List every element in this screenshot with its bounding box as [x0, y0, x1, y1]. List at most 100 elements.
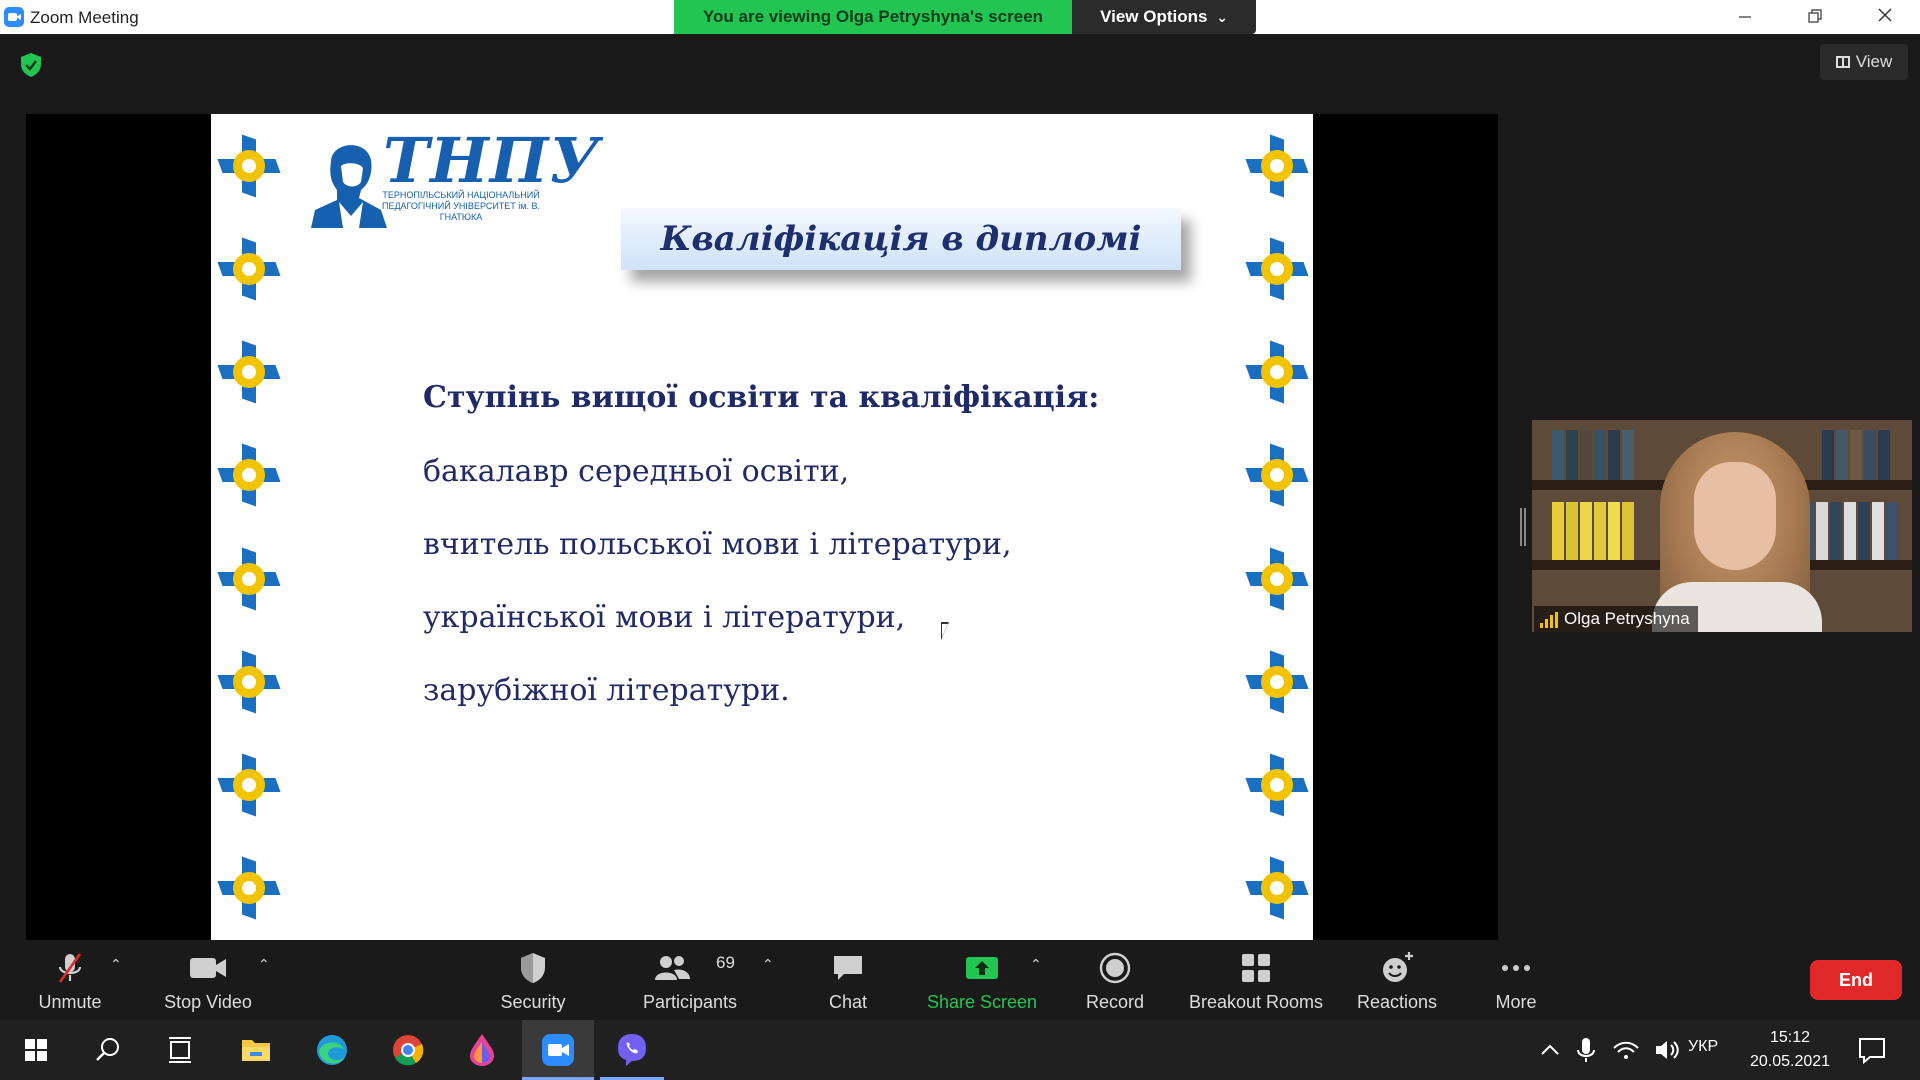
ornament-motif — [1245, 856, 1309, 920]
restore-button[interactable] — [1780, 0, 1850, 34]
slide-line: української мови і літератури, — [423, 600, 906, 635]
chevron-down-icon: ⌄ — [1216, 9, 1228, 25]
record-button[interactable]: Record — [1075, 940, 1155, 1020]
minimize-icon — [1739, 16, 1751, 18]
view-label: View — [1855, 52, 1893, 71]
view-layout-button[interactable]: View — [1820, 44, 1908, 80]
chat-button[interactable]: Chat — [808, 940, 888, 1020]
presentation-slide: ТНПУ ТЕРНОПІЛЬСЬКИЙ НАЦІОНАЛЬНИЙ ПЕДАГОГ… — [211, 114, 1313, 940]
clock-date: 20.05.2021 — [1749, 1053, 1831, 1070]
more-dots-icon — [1502, 965, 1530, 971]
more-label: More — [1495, 992, 1537, 1012]
wifi-icon[interactable] — [1606, 1028, 1646, 1072]
minimize-button[interactable] — [1710, 0, 1780, 34]
window-title: Zoom Meeting — [30, 8, 139, 27]
meeting-area: View ТНПУ ТЕРНОПІЛЬСЬКИЙ НАЦІОНАЛЬНИЙ ПЕ… — [0, 34, 1920, 940]
ornament-motif — [217, 134, 281, 198]
ornament-border-left — [215, 114, 283, 940]
books — [1552, 430, 1636, 480]
slide-line: вчитель польської мови і літератури, — [423, 527, 1012, 562]
zoom-taskbar-item[interactable] — [522, 1020, 594, 1080]
logo-wordmark: ТНПУ — [383, 124, 601, 197]
share-screen-button[interactable]: Share Screen — [920, 940, 1044, 1020]
participant-person — [1642, 432, 1832, 632]
ornament-motif — [217, 443, 281, 507]
input-language-indicator[interactable]: УКР — [1688, 1038, 1718, 1056]
zoom-app-icon — [542, 1034, 574, 1066]
stop-video-label: Stop Video — [164, 992, 252, 1012]
record-label: Record — [1085, 992, 1145, 1012]
reactions-button[interactable]: Reactions — [1352, 940, 1442, 1020]
share-options-caret-icon[interactable]: ⌃ — [1030, 956, 1042, 973]
security-button[interactable]: Security — [488, 940, 578, 1020]
participants-count: 69 — [716, 953, 735, 972]
ornament-motif — [1245, 547, 1309, 611]
ornament-motif — [217, 547, 281, 611]
file-explorer-icon[interactable] — [234, 1028, 278, 1072]
encryption-shield-icon[interactable] — [20, 52, 42, 78]
video-options-caret-icon[interactable]: ⌃ — [258, 956, 270, 973]
portrait-logo-icon — [311, 145, 387, 228]
ornament-motif — [1245, 237, 1309, 301]
view-options-button[interactable]: View Options ⌄ — [1072, 0, 1256, 34]
viber-app-icon — [618, 1034, 646, 1066]
slide-line: зарубіжної літератури. — [423, 673, 790, 708]
viber-taskbar-item[interactable] — [600, 1020, 664, 1080]
muted-microphone-icon — [58, 953, 82, 983]
participant-name-tag: Olga Petryshyna — [1534, 606, 1698, 632]
show-hidden-icons-chevron-icon[interactable] — [1530, 1028, 1570, 1072]
security-shield-icon — [521, 953, 545, 983]
breakout-rooms-icon — [1242, 954, 1270, 982]
volume-icon[interactable] — [1646, 1028, 1686, 1072]
close-button[interactable] — [1850, 0, 1920, 34]
more-button[interactable]: More — [1476, 940, 1556, 1020]
chat-bubble-icon — [834, 956, 862, 980]
ornament-motif — [1245, 134, 1309, 198]
share-screen-label: Share Screen — [926, 992, 1038, 1012]
breakout-rooms-button[interactable]: Breakout Rooms — [1186, 940, 1326, 1020]
paint-app-icon[interactable] — [460, 1028, 504, 1072]
windows-start-icon[interactable] — [14, 1028, 58, 1072]
edge-browser-icon[interactable] — [310, 1028, 354, 1072]
search-icon[interactable] — [86, 1028, 130, 1072]
clock-time: 15:12 — [1769, 1029, 1811, 1046]
reactions-smiley-icon — [1383, 952, 1413, 982]
record-icon — [1099, 952, 1131, 984]
unmute-label: Unmute — [38, 992, 102, 1012]
unmute-button[interactable]: Unmute — [30, 940, 110, 1020]
chrome-browser-icon[interactable] — [386, 1028, 430, 1072]
shared-screen: ТНПУ ТЕРНОПІЛЬСЬКИЙ НАЦІОНАЛЬНИЙ ПЕДАГОГ… — [26, 114, 1498, 940]
task-view-icon[interactable] — [158, 1028, 202, 1072]
view-options-label: View Options — [1100, 7, 1208, 26]
connection-signal-icon — [1540, 612, 1560, 628]
audio-options-caret-icon[interactable]: ⌃ — [110, 956, 122, 973]
viewing-screen-banner: You are viewing Olga Petryshyna's screen — [674, 0, 1072, 34]
meeting-toolbar: Unmute ⌃ Stop Video ⌃ Security 69 Partic… — [0, 940, 1920, 1020]
title-bar: Zoom Meeting You are viewing Olga Petrys… — [0, 0, 1920, 34]
participants-button[interactable]: 69 Participants — [640, 940, 740, 1020]
participant-name: Olga Petryshyna — [1564, 609, 1690, 628]
ornament-motif — [1245, 753, 1309, 817]
mouse-cursor-icon — [941, 622, 949, 640]
share-screen-icon — [966, 957, 998, 979]
system-clock[interactable]: 15:12 20.05.2021 — [1740, 1026, 1840, 1074]
logo-subtitle: ТЕРНОПІЛЬСЬКИЙ НАЦІОНАЛЬНИЙ ПЕДАГОГІЧНИЙ… — [381, 190, 541, 222]
participant-video-tile[interactable] — [1532, 420, 1912, 632]
video-camera-icon — [190, 958, 226, 978]
participants-label: Participants — [642, 992, 738, 1012]
books — [1822, 430, 1892, 480]
reactions-label: Reactions — [1356, 992, 1438, 1012]
breakout-rooms-label: Breakout Rooms — [1188, 992, 1324, 1012]
university-logo: ТНПУ ТЕРНОПІЛЬСЬКИЙ НАЦІОНАЛЬНИЙ ПЕДАГОГ… — [311, 124, 600, 228]
slide-heading: Ступінь вищої освіти та кваліфікація: — [423, 380, 1100, 415]
slide-title-box: Кваліфікація в дипломі — [621, 208, 1181, 270]
participants-options-caret-icon[interactable]: ⌃ — [762, 956, 774, 973]
stop-video-button[interactable]: Stop Video — [158, 940, 258, 1020]
end-meeting-button[interactable]: End — [1810, 960, 1902, 1000]
ornament-motif — [1245, 340, 1309, 404]
panel-resize-handle[interactable] — [1520, 508, 1526, 546]
grid-icon — [1835, 56, 1850, 68]
books — [1552, 502, 1636, 560]
notifications-icon[interactable] — [1850, 1028, 1894, 1072]
microphone-tray-icon[interactable] — [1566, 1028, 1606, 1072]
